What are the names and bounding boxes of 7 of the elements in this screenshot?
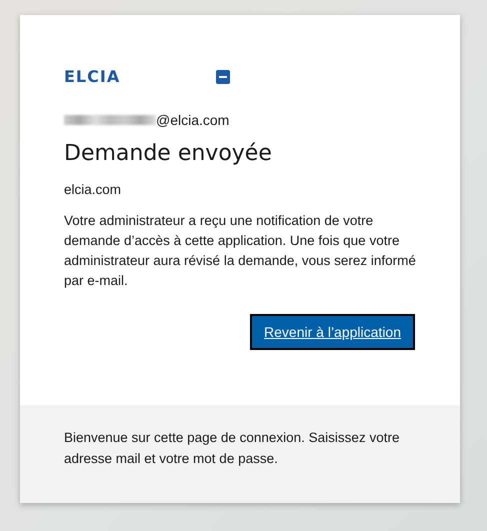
domain-label: elcia.com [64, 182, 122, 197]
page-title: Demande envoyée [64, 141, 273, 166]
account-email: @elcia.com [156, 112, 230, 128]
message-text: Votre administrateur a reçu une notification de votre demande d’accès à cette application. Une fois que votre administrateur aura révisé la demande, vous serez informé par e-mail. [64, 212, 416, 290]
company-logo: ELCIA [64, 67, 122, 86]
footer-text: Bienvenue sur cette page de connexion. Saisissez votre adresse mail et votre mot de passe. [20, 405, 460, 503]
return-to-app-button[interactable]: Revenir à l’application [250, 314, 415, 350]
